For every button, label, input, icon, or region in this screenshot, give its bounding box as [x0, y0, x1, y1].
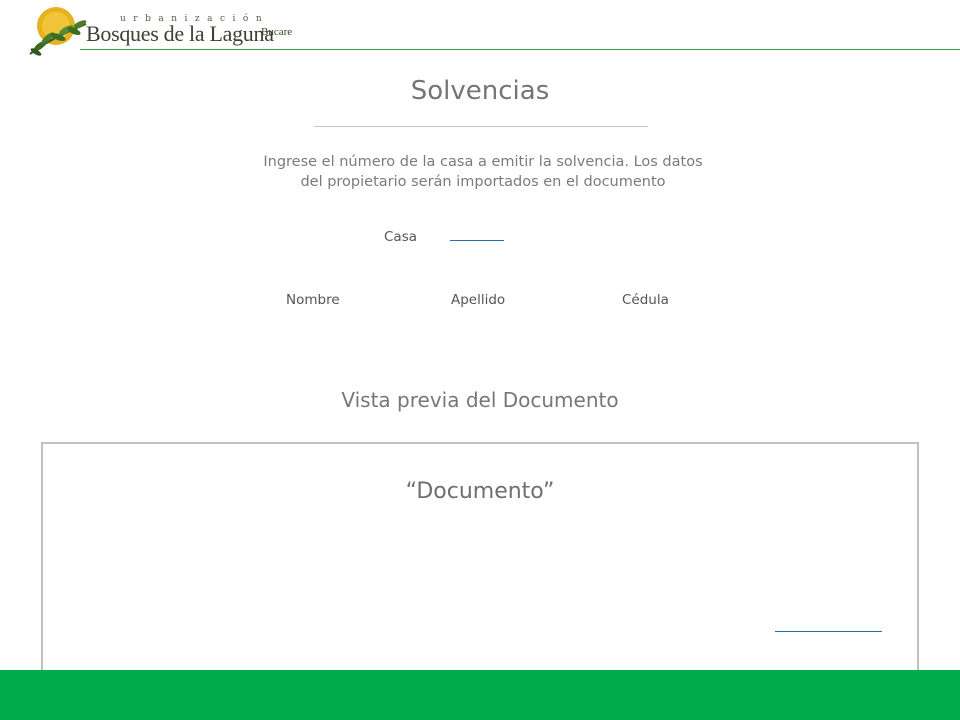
document-preview-box: “Documento”: [41, 442, 919, 686]
header-divider: [80, 49, 960, 50]
casa-input[interactable]: [450, 222, 504, 241]
apellido-label: Apellido: [451, 292, 506, 308]
nombre-label: Nombre: [286, 292, 340, 308]
logo-main-text: Bosques de la Laguna: [86, 21, 274, 46]
casa-label: Casa: [384, 229, 418, 245]
logo-sub-text: Bucare: [261, 26, 293, 38]
cedula-label: Cédula: [622, 292, 669, 308]
document-title: “Documento”: [405, 479, 555, 504]
preview-title: Vista previa del Documento: [341, 388, 619, 412]
instructions-text: Ingrese el número de la casa a emitir la…: [263, 154, 703, 190]
title-divider: [314, 126, 648, 127]
footer-bar: [0, 670, 960, 720]
signature-line: [775, 631, 882, 632]
page-title: Solvencias: [410, 76, 550, 106]
